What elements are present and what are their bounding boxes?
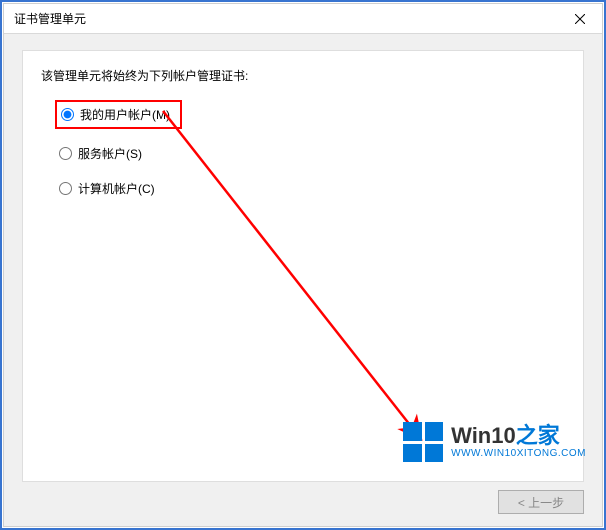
close-icon (575, 14, 585, 24)
radio-computer-account[interactable] (59, 182, 72, 195)
dialog-window: 证书管理单元 该管理单元将始终为下列帐户管理证书: 我的用户帐户(M) (3, 3, 603, 527)
radio-service-account[interactable] (59, 147, 72, 160)
titlebar: 证书管理单元 (4, 4, 602, 34)
prompt-text: 该管理单元将始终为下列帐户管理证书: (41, 67, 565, 84)
main-panel: 该管理单元将始终为下列帐户管理证书: 我的用户帐户(M) 服务帐户(S) 计算机… (22, 50, 584, 482)
option-service-account[interactable]: 服务帐户(S) (55, 143, 146, 164)
window-title: 证书管理单元 (4, 10, 558, 27)
content-area: 该管理单元将始终为下列帐户管理证书: 我的用户帐户(M) 服务帐户(S) 计算机… (4, 34, 602, 526)
button-row: < 上一步 (22, 482, 584, 514)
back-button[interactable]: < 上一步 (498, 490, 584, 514)
option-label-computer: 计算机帐户(C) (78, 180, 155, 197)
option-label-user: 我的用户帐户(M) (80, 106, 170, 123)
radio-my-user-account[interactable] (61, 108, 74, 121)
account-options: 我的用户帐户(M) 服务帐户(S) 计算机帐户(C) (55, 100, 565, 199)
option-label-service: 服务帐户(S) (78, 145, 142, 162)
option-computer-account[interactable]: 计算机帐户(C) (55, 178, 159, 199)
option-my-user-account[interactable]: 我的用户帐户(M) (55, 100, 182, 129)
close-button[interactable] (558, 4, 602, 33)
outer-frame: 证书管理单元 该管理单元将始终为下列帐户管理证书: 我的用户帐户(M) (0, 0, 606, 530)
